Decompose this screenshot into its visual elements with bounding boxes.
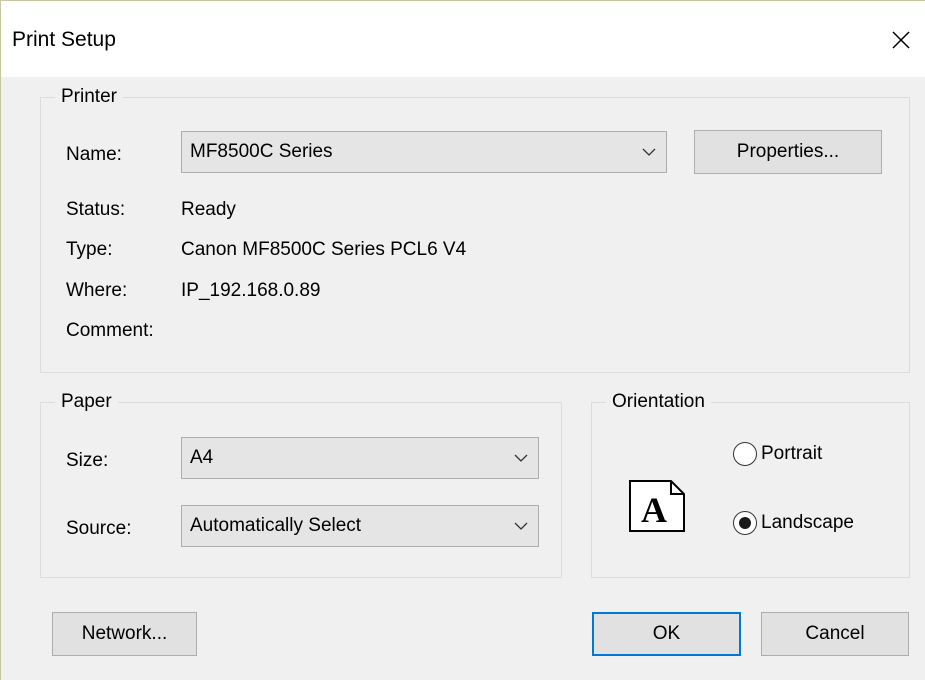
paper-size-select[interactable]: A4 (181, 437, 539, 479)
type-label: Type: (66, 239, 113, 260)
radio-selected-dot (739, 517, 751, 529)
window-title: Print Setup (12, 28, 116, 51)
orientation-preview-letter: A (641, 490, 667, 530)
printer-name-value: MF8500C Series (190, 141, 333, 162)
page-orientation-icon: A (629, 480, 685, 532)
landscape-radio[interactable]: Landscape (733, 511, 854, 535)
landscape-radio-circle (733, 511, 757, 535)
portrait-label: Portrait (761, 443, 823, 464)
close-icon (892, 31, 910, 49)
portrait-radio[interactable]: Portrait (733, 442, 822, 466)
chevron-down-icon (642, 148, 656, 156)
paper-source-select[interactable]: Automatically Select (181, 505, 539, 547)
status-value: Ready (181, 199, 236, 220)
paper-group: Paper (40, 391, 562, 578)
paper-source-value: Automatically Select (190, 515, 362, 536)
chevron-down-icon (514, 522, 528, 530)
ok-button[interactable]: OK (592, 612, 741, 656)
print-setup-dialog: Print Setup Printer Name: MF8500C Series… (0, 0, 925, 680)
landscape-label: Landscape (761, 512, 854, 533)
properties-button[interactable]: Properties... (694, 130, 882, 174)
portrait-radio-circle (733, 442, 757, 466)
printer-name-label: Name: (66, 144, 122, 165)
paper-source-label: Source: (66, 518, 132, 539)
cancel-button[interactable]: Cancel (761, 612, 909, 656)
where-value: IP_192.168.0.89 (181, 280, 321, 301)
orientation-legend: Orientation (606, 391, 711, 413)
paper-legend: Paper (55, 391, 118, 413)
title-bar: Print Setup (1, 1, 925, 77)
comment-label: Comment: (66, 320, 154, 341)
chevron-down-icon (514, 454, 528, 462)
printer-legend: Printer (55, 86, 123, 108)
network-button[interactable]: Network... (52, 612, 197, 656)
type-value: Canon MF8500C Series PCL6 V4 (181, 239, 467, 260)
where-label: Where: (66, 280, 128, 301)
printer-name-select[interactable]: MF8500C Series (181, 131, 667, 173)
paper-size-value: A4 (190, 447, 214, 468)
close-button[interactable] (877, 16, 925, 64)
paper-size-label: Size: (66, 450, 109, 471)
status-label: Status: (66, 199, 126, 220)
